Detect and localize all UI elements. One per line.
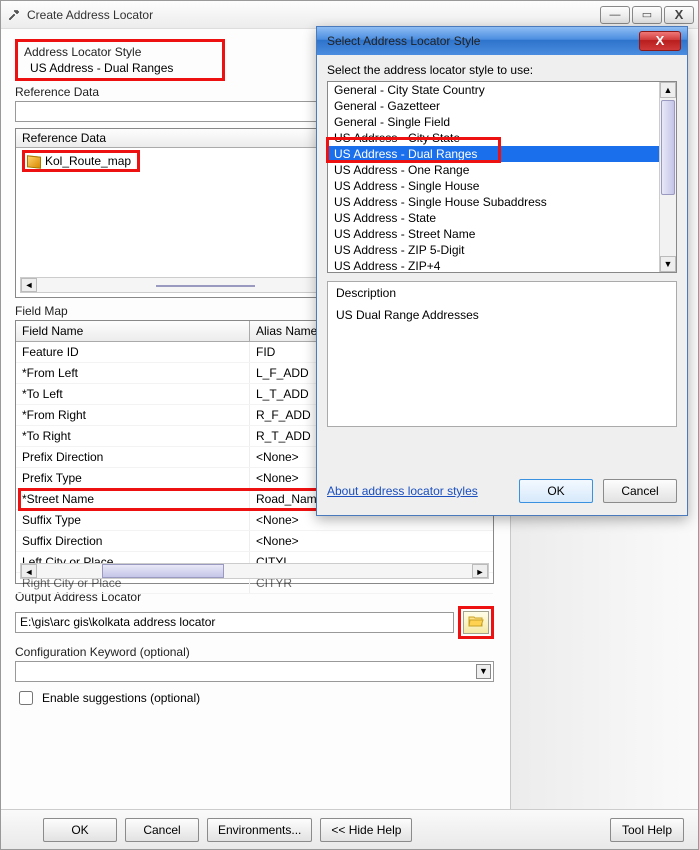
scroll-left-icon[interactable]: ◄ [21,278,37,292]
scroll-up-icon[interactable]: ▲ [660,82,676,98]
fm-cell-fieldname[interactable]: *Street Name [16,489,249,510]
fm-cell-alias[interactable]: <None> [249,531,492,552]
modal-close-button[interactable]: X [639,31,681,51]
scroll-thumb[interactable] [102,564,224,578]
dropdown-icon[interactable]: ▼ [476,664,491,679]
description-box: Description US Dual Range Addresses [327,281,677,427]
output-browse-highlight [458,606,494,639]
modal-ok-button[interactable]: OK [519,479,593,503]
modal-titlebar[interactable]: Select Address Locator Style X [317,27,687,55]
scroll-down-icon[interactable]: ▼ [660,256,676,272]
fm-cell-fieldname[interactable]: Feature ID [16,342,249,363]
style-label: Address Locator Style [24,45,216,59]
modal-title: Select Address Locator Style [323,34,639,48]
scroll-thumb[interactable] [661,100,675,195]
scroll-right-icon[interactable]: ► [472,564,488,578]
style-list-item[interactable]: General - Single Field [328,114,676,130]
style-list-item[interactable]: US Address - Single House Subaddress [328,194,676,210]
enable-suggestions-label: Enable suggestions (optional) [42,691,200,705]
window-title: Create Address Locator [27,8,600,22]
window-buttons: — ▭ X [600,6,694,24]
close-button[interactable]: X [664,6,694,24]
main-titlebar[interactable]: Create Address Locator — ▭ X [1,1,698,29]
fm-cell-fieldname[interactable]: *To Right [16,426,249,447]
enable-suggestions-checkbox[interactable] [19,691,33,705]
config-dropdown[interactable]: ▼ [15,661,494,682]
style-list-item[interactable]: General - City State Country [328,82,676,98]
layer-icon [27,155,41,168]
refdata-col1[interactable]: Reference Data [16,129,367,148]
description-label: Description [336,286,668,300]
select-style-dialog: Select Address Locator Style X Select th… [316,26,688,516]
ok-button[interactable]: OK [43,818,117,842]
folder-icon [468,614,484,631]
toolhelp-button[interactable]: Tool Help [610,818,684,842]
fm-cell-fieldname[interactable]: *From Left [16,363,249,384]
style-list-item[interactable]: US Address - State [328,210,676,226]
fm-hscrollbar[interactable]: ◄ ► [20,563,489,579]
refdata-row1-c1[interactable]: Kol_Route_map [16,148,367,175]
modal-prompt: Select the address locator style to use: [327,63,677,77]
about-styles-link[interactable]: About address locator styles [327,484,478,498]
modal-cancel-button[interactable]: Cancel [603,479,677,503]
style-value: US Address - Dual Ranges [24,61,216,75]
fm-cell-fieldname[interactable]: Prefix Direction [16,447,249,468]
style-list-item[interactable]: US Address - ZIP+4 [328,258,676,273]
scroll-thumb[interactable] [156,285,255,287]
bottom-button-bar: OK Cancel Environments... << Hide Help T… [1,809,698,849]
fm-cell-fieldname[interactable]: *To Left [16,384,249,405]
browse-button[interactable] [463,611,489,634]
maximize-button[interactable]: ▭ [632,6,662,24]
fm-col1[interactable]: Field Name [16,321,249,342]
style-list-item[interactable]: US Address - Street Name [328,226,676,242]
style-list-item[interactable]: US Address - One Range [328,162,676,178]
fm-row[interactable]: Suffix Direction<None> [16,531,493,552]
style-list-item[interactable]: US Address - ZIP 5-Digit [328,242,676,258]
style-list[interactable]: General - City State CountryGeneral - Ga… [327,81,677,273]
environments-button[interactable]: Environments... [207,818,312,842]
fm-cell-fieldname[interactable]: *From Right [16,405,249,426]
style-list-scrollbar[interactable]: ▲ ▼ [659,82,676,272]
minimize-button[interactable]: — [600,6,630,24]
scroll-left-icon[interactable]: ◄ [21,564,37,578]
fm-cell-fieldname[interactable]: Prefix Type [16,468,249,489]
fm-cell-fieldname[interactable]: Suffix Direction [16,531,249,552]
style-list-item[interactable]: General - Gazetteer [328,98,676,114]
description-text: US Dual Range Addresses [336,308,668,322]
style-list-item[interactable]: US Address - City State [328,130,676,146]
style-section-highlight: Address Locator Style US Address - Dual … [15,39,225,81]
style-list-item[interactable]: US Address - Dual Ranges [328,146,676,162]
config-label: Configuration Keyword (optional) [15,645,494,659]
cancel-button[interactable]: Cancel [125,818,199,842]
fm-cell-fieldname[interactable]: Suffix Type [16,510,249,531]
style-list-item[interactable]: US Address - Single House [328,178,676,194]
hidehelp-button[interactable]: << Hide Help [320,818,412,842]
hammer-icon [5,7,21,23]
output-input[interactable]: E:\gis\arc gis\kolkata address locator [15,612,454,633]
